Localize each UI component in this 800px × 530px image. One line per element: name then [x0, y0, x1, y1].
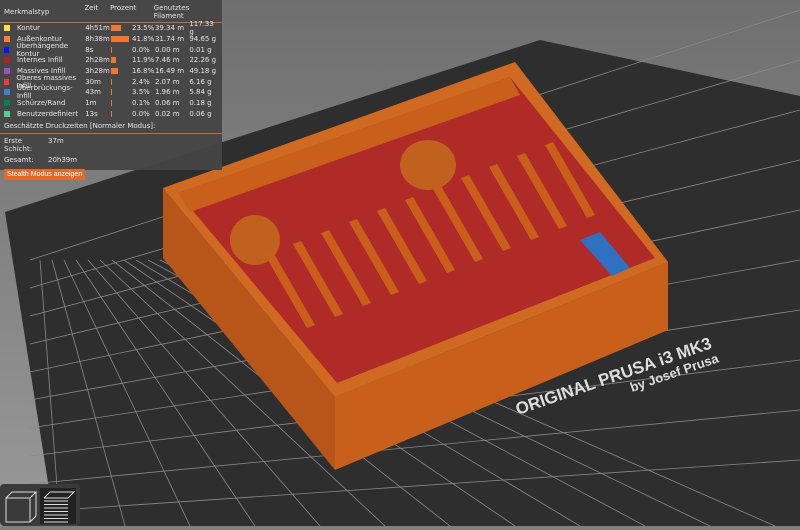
legend-row[interactable]: Kontur 4h51m 23.5% 39.34 m 117.33 g	[0, 20, 222, 37]
color-swatch	[4, 110, 10, 117]
first-layer-label: Erste Schicht:	[4, 137, 33, 154]
feature-percent: 23.5%	[132, 24, 155, 33]
percent-bar	[111, 89, 113, 96]
feature-length: 2.07 m	[154, 77, 180, 86]
feature-percent: 0.1%	[132, 99, 150, 108]
percent-bar	[111, 100, 112, 107]
feature-length: 0.06 m	[154, 99, 180, 108]
feature-length: 16.49 m	[154, 67, 185, 76]
color-swatch	[4, 46, 10, 53]
feature-length: 7.46 m	[154, 56, 180, 65]
total-label: Gesamt:	[4, 156, 34, 165]
feature-weight: 0.06 g	[189, 109, 212, 118]
legend-row[interactable]: Internes Infill 2h28m 11.9% 7.46 m 22.26…	[0, 55, 222, 66]
feature-time: 8h38m	[85, 35, 110, 44]
feature-length: 0.00 m	[154, 45, 180, 54]
view-toggle	[0, 484, 80, 526]
color-swatch	[4, 25, 10, 32]
percent-bar	[111, 25, 121, 32]
feature-time: 30m	[85, 77, 101, 86]
feature-percent: 3.5%	[132, 88, 150, 97]
feature-percent: 0.0%	[132, 109, 150, 118]
color-swatch	[4, 57, 10, 64]
feature-label: Internes Infill	[17, 56, 63, 65]
feature-time: 2h28m	[85, 56, 110, 65]
feature-label: Überbrückungs-Infill	[16, 84, 73, 101]
header-time: Zeit	[84, 4, 99, 12]
color-swatch	[4, 100, 10, 107]
layers-view-icon[interactable]	[40, 488, 76, 524]
legend-panel: Merkmalstyp Zeit Prozent Genutztes Filam…	[0, 0, 222, 181]
feature-label: Benutzerdefiniert	[17, 109, 78, 118]
feature-time: 3h28m	[85, 67, 110, 76]
legend-row[interactable]: Benutzerdefiniert 13s 0.0% 0.02 m 0.06 g	[0, 109, 222, 120]
percent-bar	[111, 78, 112, 85]
feature-time: 1m	[85, 99, 97, 108]
feature-time: 8s	[85, 45, 94, 54]
feature-percent: 2.4%	[132, 77, 150, 86]
feature-weight: 0.18 g	[189, 99, 212, 108]
header-filament: Genutztes Filament	[153, 4, 190, 20]
feature-weight: 49.18 g	[189, 67, 217, 76]
feature-length: 39.34 m	[154, 24, 185, 33]
legend-row[interactable]: Schürze/Rand 1m 0.1% 0.06 m 0.18 g	[0, 98, 222, 109]
color-swatch	[4, 89, 10, 96]
3d-view-icon[interactable]	[5, 491, 38, 523]
stealth-mode-button[interactable]: Stealth Modus anzeigen	[4, 169, 86, 181]
feature-weight: 5.84 g	[189, 88, 212, 97]
total-value: 20h39m	[48, 156, 78, 165]
legend-row[interactable]: Überbrückungs-Infill 43m 3.5% 1.96 m 5.8…	[0, 84, 222, 101]
feature-weight: 0.01 g	[189, 45, 212, 54]
percent-bar	[111, 36, 129, 43]
feature-weight: 22.26 g	[189, 56, 217, 65]
feature-length: 1.96 m	[154, 88, 180, 97]
percent-bar	[111, 68, 119, 75]
header-percent: Prozent	[110, 4, 137, 12]
feature-length: 0.02 m	[154, 109, 180, 118]
feature-time: 4h51m	[85, 24, 110, 33]
feature-percent: 11.9%	[132, 56, 155, 65]
estimate-title: Geschätzte Druckzeiten [Normaler Modus]:	[0, 119, 222, 135]
feature-time: 13s	[85, 109, 98, 118]
percent-bar	[111, 46, 112, 53]
feature-weight: 6.16 g	[189, 77, 212, 86]
header-feature: Merkmalstyp	[4, 8, 50, 16]
feature-time: 43m	[85, 88, 101, 97]
feature-percent: 41.8%	[132, 35, 155, 44]
feature-percent: 16.8%	[132, 67, 155, 76]
feature-weight: 117.33 g	[189, 20, 214, 37]
legend-row[interactable]: Überhängende Kontur 8s 0.0% 0.00 m 0.01 …	[0, 41, 222, 58]
percent-bar	[111, 110, 112, 117]
first-layer-value: 37m	[48, 137, 64, 146]
feature-label: Schürze/Rand	[17, 99, 66, 108]
feature-length: 31.74 m	[154, 35, 185, 44]
feature-label: Überhängende Kontur	[16, 41, 69, 58]
feature-percent: 0.0%	[132, 45, 150, 54]
feature-label: Kontur	[17, 24, 41, 33]
feature-weight: 94.65 g	[189, 35, 217, 44]
percent-bar	[111, 57, 116, 64]
